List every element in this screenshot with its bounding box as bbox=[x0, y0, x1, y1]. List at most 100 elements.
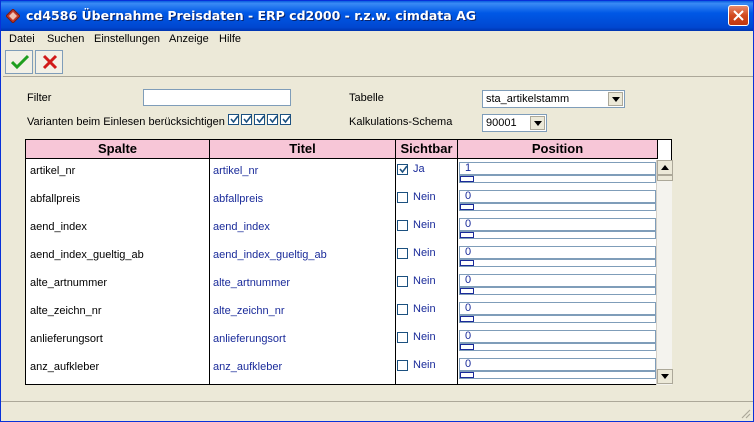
cell-titel[interactable]: anz_aufkleber bbox=[213, 361, 282, 373]
header-spalte[interactable]: Spalte bbox=[26, 140, 210, 159]
title-bar[interactable]: cd4586 Übernahme Preisdaten - ERP cd2000… bbox=[1, 1, 753, 31]
cell-titel[interactable]: artikel_nr bbox=[213, 165, 258, 177]
scroll-down-button[interactable] bbox=[657, 369, 673, 384]
toolbar-separator bbox=[3, 76, 753, 77]
position-input[interactable]: 0 bbox=[459, 330, 656, 343]
table-row[interactable]: artikel_nr artikel_nr Ja 1 bbox=[26, 160, 658, 188]
table-row[interactable]: abfallpreis abfallpreis Nein 0 bbox=[26, 188, 658, 216]
menu-einstellungen[interactable]: Einstellungen bbox=[94, 33, 160, 45]
menu-anzeige[interactable]: Anzeige bbox=[169, 33, 209, 45]
position-slider[interactable] bbox=[459, 259, 656, 267]
cell-sichtbar: Nein bbox=[413, 331, 436, 343]
position-slider[interactable] bbox=[459, 203, 656, 211]
menu-suchen[interactable]: Suchen bbox=[47, 33, 84, 45]
table-row[interactable]: aend_index aend_index Nein 0 bbox=[26, 216, 658, 244]
table-row[interactable]: alte_artnummer alte_artnummer Nein 0 bbox=[26, 272, 658, 300]
cell-titel[interactable]: aend_index_gueltig_ab bbox=[213, 249, 327, 261]
menu-datei[interactable]: Datei bbox=[9, 33, 35, 45]
kalk-value: 90001 bbox=[486, 117, 517, 129]
vertical-scrollbar[interactable] bbox=[656, 160, 673, 385]
filter-input[interactable] bbox=[143, 89, 291, 106]
table-row[interactable]: aend_index_gueltig_ab aend_index_gueltig_… bbox=[26, 244, 658, 272]
sichtbar-checkbox[interactable] bbox=[397, 192, 408, 203]
tabelle-select[interactable]: sta_artikelstamm bbox=[482, 90, 625, 108]
slider-thumb[interactable] bbox=[460, 288, 474, 294]
varianten-checkbox-2[interactable] bbox=[241, 114, 252, 125]
arrow-up-icon bbox=[661, 165, 669, 170]
position-slider[interactable] bbox=[459, 287, 656, 295]
position-slider[interactable] bbox=[459, 343, 656, 351]
header-sichtbar[interactable]: Sichtbar bbox=[396, 140, 458, 159]
tabelle-dropdown-button[interactable] bbox=[608, 92, 623, 106]
position-slider[interactable] bbox=[459, 371, 656, 379]
position-input[interactable]: 0 bbox=[459, 274, 656, 287]
sichtbar-checkbox[interactable] bbox=[397, 304, 408, 315]
cell-spalte: abfallpreis bbox=[30, 193, 81, 205]
cancel-button[interactable] bbox=[35, 50, 63, 74]
resize-grip-icon[interactable] bbox=[739, 407, 751, 419]
cell-spalte: alte_zeichn_nr bbox=[30, 305, 102, 317]
cell-spalte: aend_index_gueltig_ab bbox=[30, 249, 144, 261]
sichtbar-checkbox[interactable] bbox=[397, 360, 408, 371]
table-row[interactable]: anz_aufkleber anz_aufkleber Nein 0 bbox=[26, 356, 658, 384]
checkmark-icon bbox=[282, 115, 291, 124]
checkmark-icon bbox=[230, 115, 239, 124]
sichtbar-checkbox[interactable] bbox=[397, 276, 408, 287]
position-input[interactable]: 0 bbox=[459, 246, 656, 259]
slider-thumb[interactable] bbox=[460, 204, 474, 210]
position-input[interactable]: 0 bbox=[459, 190, 656, 203]
slider-thumb[interactable] bbox=[460, 344, 474, 350]
varianten-label: Varianten beim Einlesen berücksichtigen bbox=[27, 116, 225, 128]
checkmark-icon bbox=[269, 115, 278, 124]
slider-thumb[interactable] bbox=[460, 260, 474, 266]
position-slider[interactable] bbox=[459, 231, 656, 239]
scroll-up-button[interactable] bbox=[657, 160, 673, 175]
varianten-checkbox-4[interactable] bbox=[267, 114, 278, 125]
cell-titel[interactable]: alte_artnummer bbox=[213, 277, 290, 289]
slider-thumb[interactable] bbox=[460, 316, 474, 322]
sichtbar-checkbox[interactable] bbox=[397, 164, 408, 175]
menu-hilfe[interactable]: Hilfe bbox=[219, 33, 241, 45]
slider-thumb[interactable] bbox=[460, 232, 474, 238]
position-input[interactable]: 0 bbox=[459, 358, 656, 371]
cell-sichtbar: Nein bbox=[413, 275, 436, 287]
cell-titel[interactable]: abfallpreis bbox=[213, 193, 263, 205]
cell-titel[interactable]: anlieferungsort bbox=[213, 333, 286, 345]
checkmark-icon bbox=[243, 115, 252, 124]
app-window: cd4586 Übernahme Preisdaten - ERP cd2000… bbox=[0, 0, 754, 422]
slider-thumb[interactable] bbox=[460, 176, 474, 182]
close-button[interactable] bbox=[728, 5, 749, 26]
checkmark-icon bbox=[256, 115, 265, 124]
varianten-checkbox-1[interactable] bbox=[228, 114, 239, 125]
kalk-dropdown-button[interactable] bbox=[530, 116, 545, 130]
position-slider[interactable] bbox=[459, 315, 656, 323]
cell-spalte: aend_index bbox=[30, 221, 87, 233]
cell-spalte: anz_aufkleber bbox=[30, 361, 100, 373]
cell-sichtbar: Ja bbox=[413, 163, 425, 175]
table-row[interactable]: anlieferungsort anlieferungsort Nein 0 bbox=[26, 328, 658, 356]
sichtbar-checkbox[interactable] bbox=[397, 220, 408, 231]
cell-titel[interactable]: aend_index bbox=[213, 221, 270, 233]
header-position[interactable]: Position bbox=[458, 140, 658, 159]
varianten-checkbox-5[interactable] bbox=[280, 114, 291, 125]
varianten-checkbox-3[interactable] bbox=[254, 114, 265, 125]
sichtbar-checkbox[interactable] bbox=[397, 248, 408, 259]
table-row[interactable]: alte_zeichn_nr alte_zeichn_nr Nein 0 bbox=[26, 300, 658, 328]
slider-thumb[interactable] bbox=[460, 372, 474, 378]
header-titel[interactable]: Titel bbox=[210, 140, 396, 159]
kalk-select[interactable]: 90001 bbox=[482, 114, 547, 132]
scroll-thumb[interactable] bbox=[657, 175, 673, 181]
cell-titel[interactable]: alte_zeichn_nr bbox=[213, 305, 285, 317]
green-check-icon bbox=[11, 54, 29, 70]
cell-spalte: alte_artnummer bbox=[30, 277, 108, 289]
sichtbar-checkbox[interactable] bbox=[397, 332, 408, 343]
position-slider[interactable] bbox=[459, 175, 656, 183]
position-input[interactable]: 1 bbox=[459, 162, 656, 175]
position-input[interactable]: 0 bbox=[459, 302, 656, 315]
chevron-down-icon bbox=[612, 97, 620, 102]
position-input[interactable]: 0 bbox=[459, 218, 656, 231]
cell-sichtbar: Nein bbox=[413, 303, 436, 315]
confirm-button[interactable] bbox=[5, 50, 33, 74]
tabelle-value: sta_artikelstamm bbox=[486, 93, 570, 105]
cell-sichtbar: Nein bbox=[413, 247, 436, 259]
